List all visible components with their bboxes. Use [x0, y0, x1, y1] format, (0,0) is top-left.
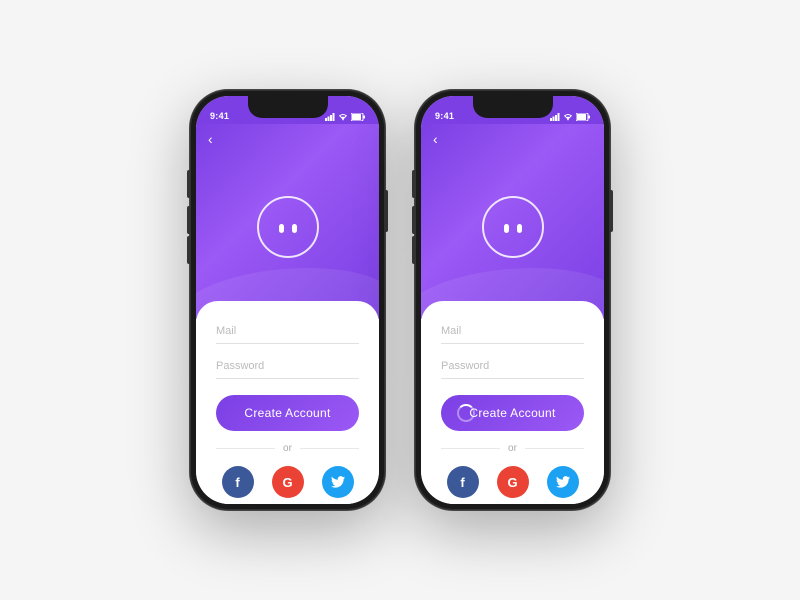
create-account-button-2[interactable]: Create Account [441, 395, 584, 431]
google-icon-2[interactable]: G [497, 466, 529, 498]
logo-eye-right-1 [292, 224, 297, 233]
phone-2: 9:41 [415, 90, 610, 510]
google-icon-1[interactable]: G [272, 466, 304, 498]
social-icons-1: f G [216, 466, 359, 502]
twitter-icon-2[interactable] [547, 466, 579, 498]
battery-icon-1 [351, 113, 365, 121]
logo-eye-right-2 [517, 224, 522, 233]
header-area-1: ‹ [196, 124, 379, 319]
signal-icon-2 [550, 113, 560, 121]
back-button-1[interactable]: ‹ [208, 132, 213, 146]
or-line-left-2 [441, 448, 500, 449]
twitter-bird-1 [331, 476, 345, 488]
wifi-icon-2 [563, 113, 573, 121]
status-time-2: 9:41 [435, 111, 454, 121]
phone-screen-2: 9:41 [421, 96, 604, 504]
header-area-2: ‹ [421, 124, 604, 319]
notch-1 [248, 96, 328, 118]
or-line-right-1 [300, 448, 359, 449]
status-icons-1 [325, 113, 365, 121]
or-divider-2: or [441, 443, 584, 454]
facebook-icon-1[interactable]: f [222, 466, 254, 498]
white-section-1: Create Account or f G [196, 301, 379, 504]
phone-1: 9:41 [190, 90, 385, 510]
or-text-2: or [508, 443, 517, 454]
facebook-icon-2[interactable]: f [447, 466, 479, 498]
social-icons-2: f G [441, 466, 584, 502]
or-line-right-2 [525, 448, 584, 449]
password-input-2[interactable] [441, 354, 584, 379]
or-text-1: or [283, 443, 292, 454]
create-account-button-1[interactable]: Create Account [216, 395, 359, 431]
battery-icon-2 [576, 113, 590, 121]
or-line-left-1 [216, 448, 275, 449]
password-input-1[interactable] [216, 354, 359, 379]
logo-circle-2 [482, 196, 544, 258]
twitter-bird-2 [556, 476, 570, 488]
logo-face-2 [504, 224, 522, 233]
status-icons-2 [550, 113, 590, 121]
signal-icon-1 [325, 113, 335, 121]
logo-eye-left-2 [504, 224, 509, 233]
logo-circle-1 [257, 196, 319, 258]
back-button-2[interactable]: ‹ [433, 132, 438, 146]
wifi-icon-1 [338, 113, 348, 121]
mail-input-2[interactable] [441, 319, 584, 344]
or-divider-1: or [216, 443, 359, 454]
mail-input-1[interactable] [216, 319, 359, 344]
status-time-1: 9:41 [210, 111, 229, 121]
logo-eye-left-1 [279, 224, 284, 233]
white-section-2: Create Account or f G [421, 301, 604, 504]
notch-2 [473, 96, 553, 118]
phone-screen-1: 9:41 [196, 96, 379, 504]
logo-face-1 [279, 224, 297, 233]
twitter-icon-1[interactable] [322, 466, 354, 498]
